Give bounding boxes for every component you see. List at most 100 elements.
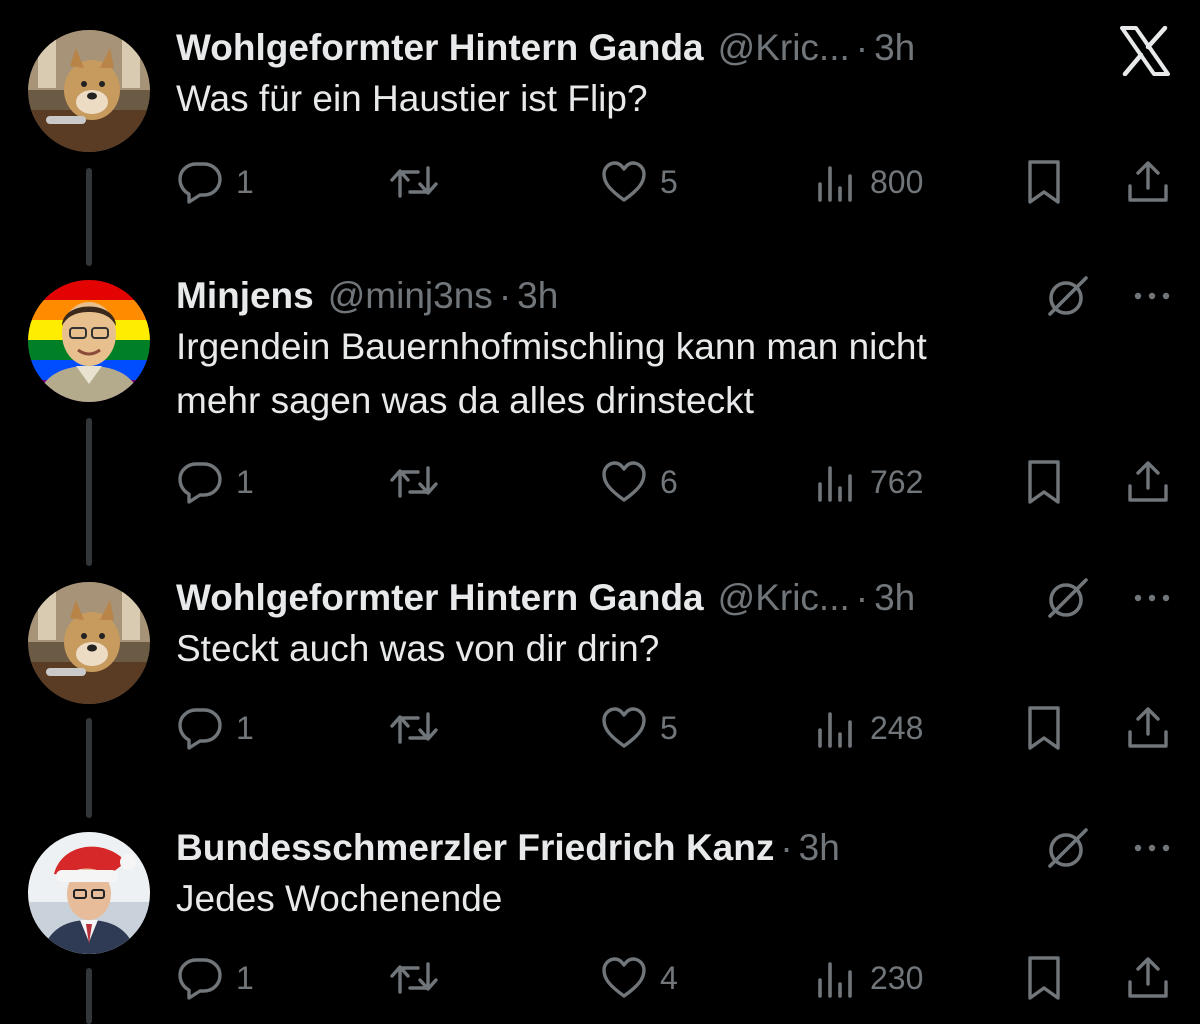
- like-count: 4: [660, 959, 678, 996]
- action-bar: 1 5 800: [0, 154, 1200, 210]
- reply-button[interactable]: 1: [176, 950, 254, 1006]
- views-count: 800: [870, 163, 924, 200]
- action-bar: 1 6 762: [0, 454, 1200, 510]
- tweet-top-actions: [1044, 272, 1172, 320]
- views-icon: [814, 954, 858, 1002]
- views-button[interactable]: 762: [814, 454, 923, 510]
- like-button[interactable]: 5: [600, 154, 678, 210]
- reply-button[interactable]: 1: [176, 154, 254, 210]
- rainbow-man-avatar[interactable]: [28, 280, 150, 402]
- author-name[interactable]: Minjens: [176, 270, 314, 322]
- retweet-icon: [388, 158, 440, 206]
- dog-avatar[interactable]: [28, 582, 150, 704]
- share-icon: [1124, 954, 1172, 1002]
- timestamp[interactable]: 3h: [874, 572, 915, 624]
- separator-dot: ·: [498, 275, 512, 316]
- author-name[interactable]: Wohlgeformter Hintern Ganda: [176, 572, 704, 624]
- bookmark-button[interactable]: [1022, 454, 1066, 510]
- reply-count: 1: [236, 163, 254, 200]
- bookmark-icon: [1022, 458, 1066, 506]
- author-name[interactable]: Wohlgeformter Hintern Ganda: [176, 22, 704, 74]
- views-button[interactable]: 248: [814, 700, 923, 756]
- action-bar: 1 5 248: [0, 700, 1200, 756]
- tweet-text: Irgendein Bauernhofmischling kann man ni…: [176, 326, 927, 421]
- bookmark-icon: [1022, 158, 1066, 206]
- tweet-top-actions: [1044, 824, 1172, 872]
- views-count: 248: [870, 709, 924, 746]
- timestamp[interactable]: 3h: [874, 22, 915, 74]
- action-bar: 1 4 230: [0, 950, 1200, 1006]
- views-button[interactable]: 800: [814, 154, 923, 210]
- like-count: 6: [660, 463, 678, 500]
- tweet-header: Wohlgeformter Hintern Ganda @Kric... · 3…: [176, 572, 915, 624]
- author-name[interactable]: Bundesschmerzler Friedrich Kanz: [176, 822, 774, 874]
- bookmark-button[interactable]: [1022, 700, 1066, 756]
- tweet-text: Was für ein Haustier ist Flip?: [176, 78, 648, 119]
- tweet-text: Jedes Wochenende: [176, 878, 503, 919]
- author-handle[interactable]: @minj3ns: [328, 270, 493, 322]
- like-icon: [600, 458, 648, 506]
- conversation-thread: Wohlgeformter Hintern Ganda @Kric... · 3…: [0, 0, 1200, 1024]
- more-icon[interactable]: [1132, 290, 1172, 302]
- bookmark-icon: [1022, 954, 1066, 1002]
- views-button[interactable]: 230: [814, 950, 923, 1006]
- share-icon: [1124, 704, 1172, 752]
- views-icon: [814, 704, 858, 752]
- reply-button[interactable]: 1: [176, 700, 254, 756]
- retweet-icon: [388, 704, 440, 752]
- reply-count: 1: [236, 959, 254, 996]
- author-handle[interactable]: @Kric...: [718, 22, 850, 74]
- share-button[interactable]: [1124, 950, 1172, 1006]
- views-count: 762: [870, 463, 924, 500]
- separator-dot: ·: [855, 27, 869, 68]
- tweet-text: Steckt auch was von dir drin?: [176, 628, 660, 669]
- views-count: 230: [870, 959, 924, 996]
- more-icon[interactable]: [1132, 592, 1172, 604]
- share-button[interactable]: [1124, 454, 1172, 510]
- retweet-icon: [388, 458, 440, 506]
- retweet-button[interactable]: [388, 700, 440, 756]
- tweet-top-actions: [1044, 574, 1172, 622]
- tweet[interactable]: Minjens @minj3ns · 3h Irgendein Bauernho…: [0, 270, 1200, 520]
- bookmark-button[interactable]: [1022, 950, 1066, 1006]
- grok-icon[interactable]: [1044, 824, 1092, 872]
- dog-avatar[interactable]: [28, 30, 150, 152]
- reply-icon: [176, 704, 224, 752]
- more-icon[interactable]: [1132, 842, 1172, 854]
- share-button[interactable]: [1124, 700, 1172, 756]
- share-icon: [1124, 158, 1172, 206]
- tweet-header: Wohlgeformter Hintern Ganda @Kric... · 3…: [176, 22, 915, 74]
- santa-hat-man-avatar[interactable]: [28, 832, 150, 954]
- like-button[interactable]: 4: [600, 950, 678, 1006]
- author-handle[interactable]: @Kric...: [718, 572, 850, 624]
- grok-icon[interactable]: [1044, 574, 1092, 622]
- bookmark-button[interactable]: [1022, 154, 1066, 210]
- separator-dot: ·: [855, 577, 869, 618]
- tweet-header: Bundesschmerzler Friedrich Kanz · 3h: [176, 822, 840, 874]
- retweet-button[interactable]: [388, 154, 440, 210]
- like-count: 5: [660, 163, 678, 200]
- timestamp[interactable]: 3h: [799, 822, 840, 874]
- views-icon: [814, 158, 858, 206]
- reply-button[interactable]: 1: [176, 454, 254, 510]
- tweet-header: Minjens @minj3ns · 3h: [176, 270, 558, 322]
- reply-icon: [176, 458, 224, 506]
- retweet-button[interactable]: [388, 950, 440, 1006]
- like-count: 5: [660, 709, 678, 746]
- like-icon: [600, 158, 648, 206]
- reply-count: 1: [236, 709, 254, 746]
- tweet[interactable]: Wohlgeformter Hintern Ganda @Kric... · 3…: [0, 22, 1200, 212]
- share-button[interactable]: [1124, 154, 1172, 210]
- like-button[interactable]: 5: [600, 700, 678, 756]
- retweet-button[interactable]: [388, 454, 440, 510]
- separator-dot: ·: [780, 827, 793, 868]
- tweet[interactable]: Bundesschmerzler Friedrich Kanz · 3h Jed…: [0, 822, 1200, 1024]
- grok-icon[interactable]: [1044, 272, 1092, 320]
- timestamp[interactable]: 3h: [517, 270, 558, 322]
- retweet-icon: [388, 954, 440, 1002]
- like-icon: [600, 954, 648, 1002]
- tweet[interactable]: Wohlgeformter Hintern Ganda @Kric... · 3…: [0, 572, 1200, 772]
- reply-icon: [176, 158, 224, 206]
- reply-count: 1: [236, 463, 254, 500]
- like-button[interactable]: 6: [600, 454, 678, 510]
